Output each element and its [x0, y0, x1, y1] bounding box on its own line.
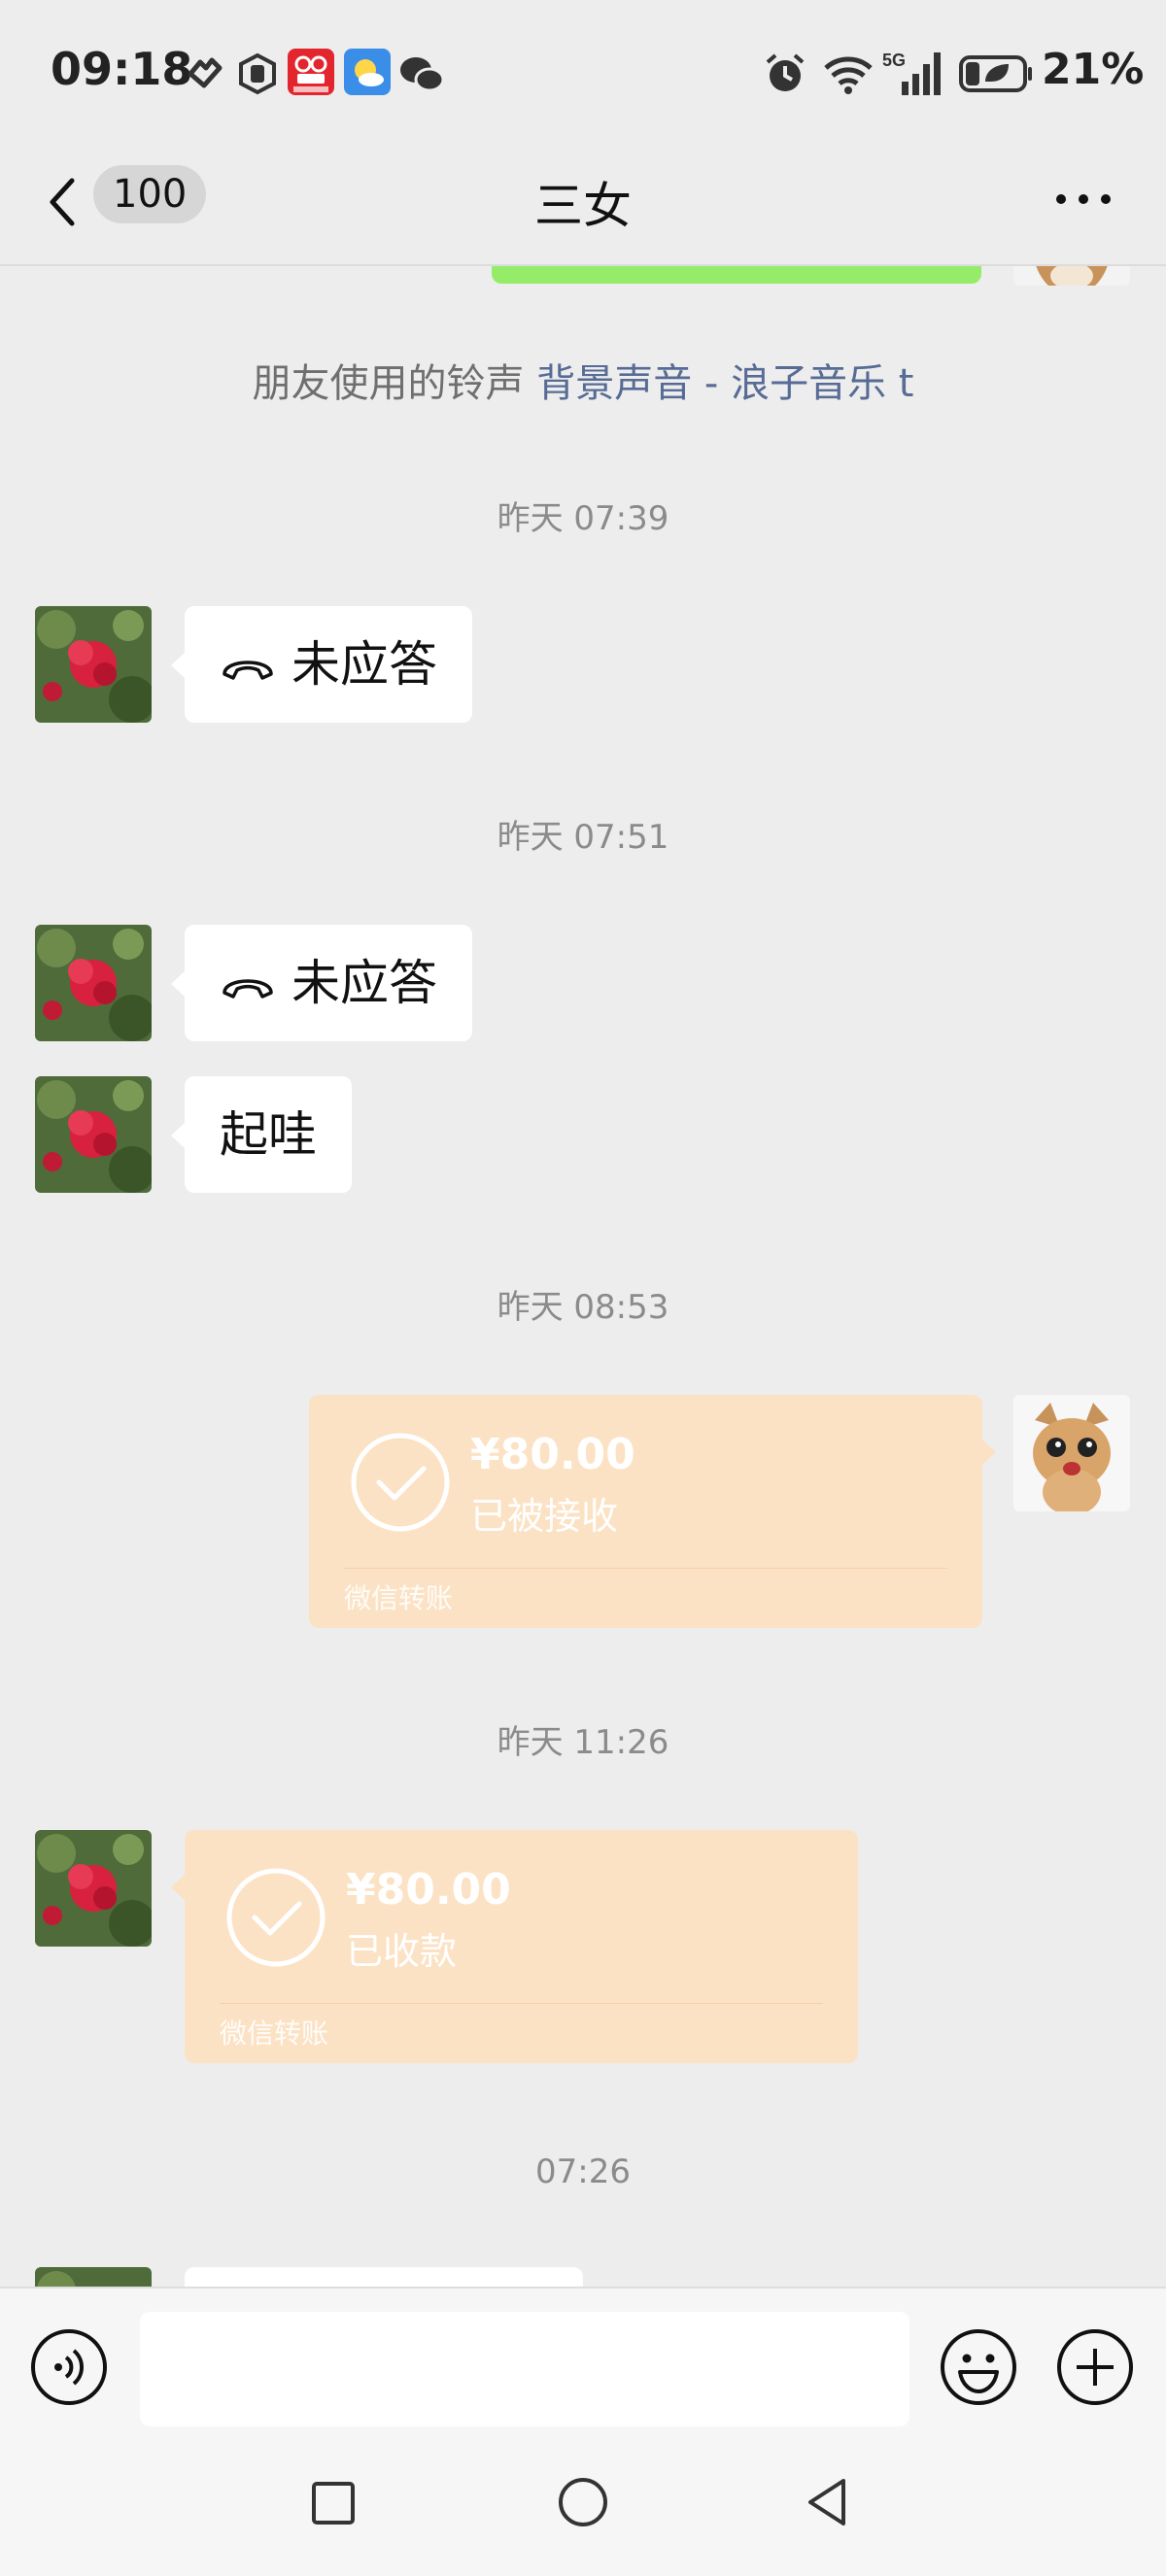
voice-button[interactable]	[29, 2327, 109, 2407]
timestamp: 昨天 08:53	[497, 1288, 669, 1327]
status-time: 09:18	[51, 43, 193, 95]
check-circle-icon	[351, 1433, 450, 1532]
app-notification-icon	[288, 49, 334, 95]
emoji-icon	[941, 2329, 1016, 2405]
transfer-status: 已被接收	[470, 1495, 619, 1538]
hand-icon	[239, 52, 276, 95]
timestamp: 07:26	[535, 2152, 631, 2191]
timestamp: 昨天 07:39	[497, 499, 669, 538]
transfer-divider	[344, 1568, 947, 1569]
call-status-text: 未应答	[292, 636, 437, 693]
signal-icon: 5G	[882, 51, 941, 95]
transfer-amount: ¥80.00	[470, 1430, 635, 1479]
contact-avatar[interactable]	[35, 925, 152, 1041]
battery-icon	[959, 55, 1032, 92]
transfer-message-received[interactable]: ¥80.00 已收款 微信转账	[171, 1830, 858, 2063]
call-message-bubble[interactable]: 未应答	[171, 925, 472, 1041]
call-message-bubble[interactable]: 未应答	[171, 606, 472, 723]
message-input[interactable]	[140, 2312, 909, 2426]
contact-avatar[interactable]	[35, 1830, 152, 1947]
wechat-icon	[400, 57, 445, 92]
square-recents-icon	[312, 2482, 355, 2525]
contact-avatar-partial[interactable]	[35, 2267, 152, 2287]
alarm-icon	[766, 53, 805, 91]
my-avatar[interactable]	[1013, 1395, 1130, 1511]
weather-icon	[344, 49, 391, 95]
my-avatar-partial[interactable]	[1013, 266, 1130, 286]
more-functions-button[interactable]	[1055, 2327, 1135, 2407]
ringtone-prefix: 朋友使用的铃声	[252, 361, 525, 406]
network-label: 5G	[882, 51, 906, 70]
timestamp: 昨天 11:26	[497, 1723, 669, 1762]
back-nav-button[interactable]	[803, 2475, 851, 2529]
recents-button[interactable]	[309, 2479, 358, 2527]
transfer-footer: 微信转账	[220, 2017, 329, 2050]
triangle-back-icon	[808, 2479, 845, 2525]
phone-hangup-icon	[223, 660, 273, 680]
voice-icon	[31, 2329, 107, 2405]
status-bar: 09:18 5G 21%	[0, 0, 1166, 146]
phone-hangup-icon	[223, 978, 273, 999]
contact-avatar[interactable]	[35, 1076, 152, 1193]
input-bar	[0, 2287, 1166, 2430]
ringtone-notice: 朋友使用的铃声 背景声音 - 浪子音乐 t	[0, 352, 1166, 408]
heart-icon	[188, 57, 223, 88]
text-message-bubble[interactable]: 起哇	[171, 1076, 352, 1193]
transfer-footer: 微信转账	[344, 1582, 454, 1614]
transfer-divider	[220, 2003, 823, 2004]
message-bubble-partial[interactable]	[185, 2267, 583, 2287]
transfer-message-sent[interactable]: ¥80.00 已被接收 微信转账	[309, 1395, 996, 1628]
timestamp: 昨天 07:51	[497, 818, 669, 857]
contact-avatar[interactable]	[35, 606, 152, 723]
more-button[interactable]	[1049, 185, 1117, 214]
plus-icon	[1057, 2329, 1133, 2405]
home-button[interactable]	[556, 2475, 610, 2529]
transfer-amount: ¥80.00	[346, 1865, 511, 1915]
message-list[interactable]: 朋友使用的铃声 背景声音 - 浪子音乐 t 昨天 07:39 未应答 昨天 07…	[0, 266, 1166, 2287]
battery-percent: 21%	[1042, 45, 1145, 94]
call-status-text: 未应答	[292, 955, 437, 1011]
transfer-status: 已收款	[346, 1930, 458, 1973]
ringtone-link[interactable]: 背景声音 - 浪子音乐 t	[536, 361, 913, 406]
chat-title: 三女	[534, 178, 632, 234]
more-dots-icon	[1056, 194, 1111, 204]
wifi-icon	[824, 56, 873, 94]
system-navigation-bar	[0, 2430, 1166, 2576]
check-circle-icon	[226, 1868, 326, 1967]
circle-home-icon	[559, 2478, 607, 2526]
chat-header: 100 三女	[0, 146, 1166, 266]
emoji-button[interactable]	[939, 2327, 1018, 2407]
sent-message-bubble-partial[interactable]	[492, 266, 981, 284]
